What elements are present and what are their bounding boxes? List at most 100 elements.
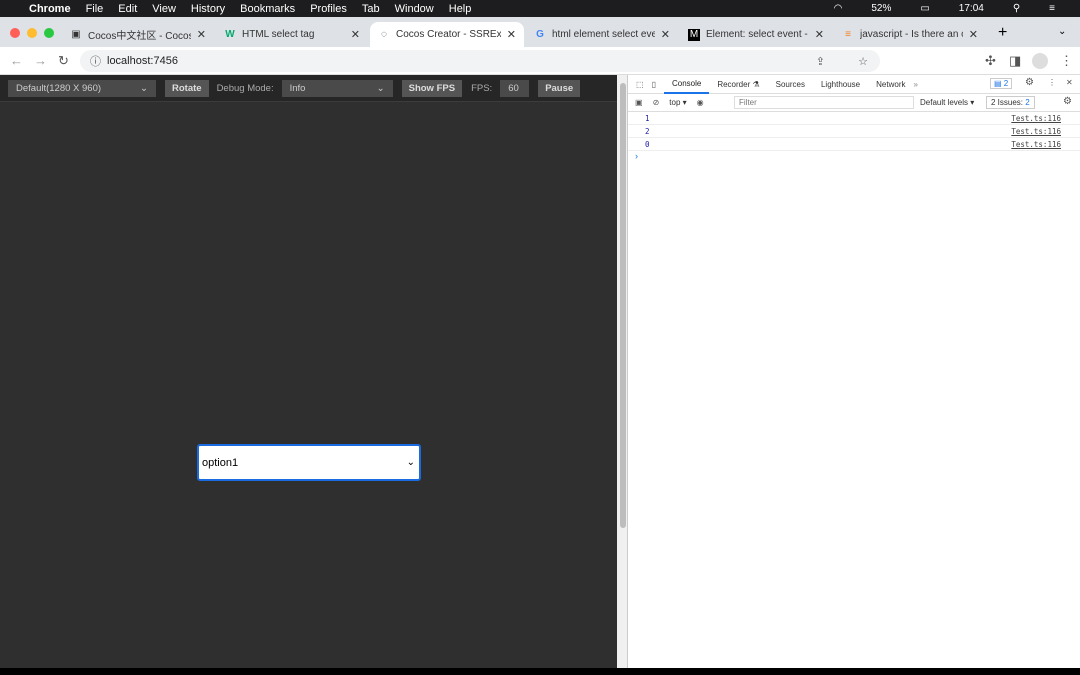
console-log-row: 0 Test.ts:116: [628, 138, 1080, 151]
source-link[interactable]: Test.ts:116: [1011, 127, 1061, 136]
new-tab-button[interactable]: +: [998, 24, 1007, 42]
tab-search-chevron-icon[interactable]: ⌄: [1058, 26, 1066, 37]
settings-icon[interactable]: ⚙: [1025, 77, 1034, 88]
chevron-down-icon: ⌄: [376, 82, 385, 94]
cocos-icon: ▣: [71, 29, 81, 40]
window-controls: [10, 28, 54, 38]
console-log-row: 2 Test.ts:116: [628, 125, 1080, 138]
chevron-down-icon: ⌄: [140, 82, 148, 94]
chevron-down-icon: ⌄: [406, 457, 415, 468]
clear-console-icon[interactable]: ⊘: [653, 98, 660, 107]
device-toolbar-icon[interactable]: ▯: [652, 80, 656, 89]
fps-label: FPS:: [471, 82, 493, 94]
info-icon[interactable]: ⓘ: [90, 53, 101, 69]
tab-console[interactable]: Console: [663, 75, 710, 94]
console-log-row: 1 Test.ts:116: [628, 112, 1080, 125]
menu-tab[interactable]: Tab: [362, 3, 380, 15]
control-center-icon[interactable]: ≡: [1049, 3, 1055, 14]
menu-history[interactable]: History: [191, 3, 225, 15]
console-prompt[interactable]: ›: [628, 151, 1080, 163]
profile-avatar[interactable]: [1032, 53, 1048, 69]
devtools-panel: ⬚ ▯ Console Recorder ⚗ Sources Lighthous…: [628, 75, 1080, 668]
tab-network[interactable]: Network: [868, 75, 913, 94]
search-icon[interactable]: ⚲: [1013, 3, 1020, 14]
address-input[interactable]: ⓘ localhost:7456 ⇪ ☆: [80, 50, 880, 72]
tab-strip: ▣Cocos中文社区 - Cocos中✕ WHTML select tag✕ ◌…: [0, 17, 1080, 47]
console-toolbar: ▣ ⊘ top ▾ ◉ Filter Default levels ▾ 2 Is…: [628, 94, 1080, 112]
menu-file[interactable]: File: [86, 3, 104, 15]
zoom-window-button[interactable]: [44, 28, 54, 38]
browser-tab[interactable]: M Element: select event - W ✕: [680, 22, 832, 47]
log-levels-select[interactable]: Default levels ▾: [920, 98, 974, 107]
option-select[interactable]: option1 ⌄: [197, 444, 421, 481]
browser-tab[interactable]: Ghtml element select even ✕: [526, 22, 678, 47]
fps-input[interactable]: 60: [500, 79, 530, 97]
mdn-icon: M: [688, 28, 700, 41]
window-bottom-edge: [0, 668, 1080, 675]
cocos-creator-icon: ◌: [381, 29, 387, 40]
bookmark-star-icon[interactable]: ☆: [858, 55, 868, 68]
side-panel-icon[interactable]: ◨: [1009, 53, 1021, 69]
sidebar-toggle-icon[interactable]: ▣: [635, 98, 643, 107]
devtools-tabbar: ⬚ ▯ Console Recorder ⚗ Sources Lighthous…: [628, 75, 1080, 94]
chrome-menu-icon[interactable]: ⋮: [1060, 53, 1073, 69]
browser-tab[interactable]: ≡ javascript - Is there an or ✕: [834, 22, 986, 47]
context-select[interactable]: top ▾: [669, 98, 686, 107]
minimize-window-button[interactable]: [27, 28, 37, 38]
browser-tab[interactable]: ▣Cocos中文社区 - Cocos中✕: [62, 22, 214, 47]
page-scrollbar[interactable]: [617, 75, 628, 668]
more-tabs-icon[interactable]: »: [913, 80, 917, 89]
eye-icon[interactable]: ◉: [697, 98, 704, 107]
browser-tab-active[interactable]: ◌ Cocos Creator - SSRExte ✕: [370, 22, 524, 47]
close-tab-icon[interactable]: ✕: [969, 28, 978, 41]
close-window-button[interactable]: [10, 28, 20, 38]
cocos-toolbar: Default(1280 X 960) ⌄ Rotate Debug Mode: …: [0, 75, 617, 102]
browser-tab[interactable]: W HTML select tag ✕: [216, 22, 368, 47]
menu-help[interactable]: Help: [449, 3, 472, 15]
tab-sources[interactable]: Sources: [768, 75, 813, 94]
menu-window[interactable]: Window: [395, 3, 434, 15]
google-icon: G: [536, 29, 544, 40]
reload-button[interactable]: ↻: [58, 53, 69, 69]
clock[interactable]: 17:04: [959, 3, 984, 14]
close-tab-icon[interactable]: ✕: [815, 28, 824, 41]
close-devtools-icon[interactable]: ✕: [1066, 78, 1073, 87]
menu-view[interactable]: View: [152, 3, 176, 15]
back-button[interactable]: ←: [10, 53, 23, 68]
menu-bookmarks[interactable]: Bookmarks: [240, 3, 295, 15]
tab-recorder[interactable]: Recorder ⚗: [709, 75, 767, 94]
pause-button[interactable]: Pause: [538, 79, 581, 97]
inspect-element-icon[interactable]: ⬚: [636, 80, 644, 89]
battery-icon[interactable]: ▭: [920, 3, 929, 14]
menu-app[interactable]: Chrome: [29, 3, 71, 15]
scrollbar-thumb[interactable]: [620, 83, 626, 528]
messages-badge[interactable]: ▤ 2: [990, 78, 1013, 89]
debug-mode-label: Debug Mode:: [216, 82, 274, 94]
share-icon[interactable]: ⇪: [816, 55, 825, 68]
resolution-select[interactable]: Default(1280 X 960) ⌄: [8, 79, 156, 97]
rotate-button[interactable]: Rotate: [165, 79, 209, 97]
forward-button[interactable]: →: [34, 53, 47, 68]
wifi-icon[interactable]: ◠: [834, 3, 843, 14]
tab-lighthouse[interactable]: Lighthouse: [813, 75, 868, 94]
address-bar-row: ← → ↻ ⓘ localhost:7456 ⇪ ☆ ✣ ◨ ⋮: [0, 47, 1080, 75]
close-tab-icon[interactable]: ✕: [661, 28, 670, 41]
menu-profiles[interactable]: Profiles: [310, 3, 347, 15]
source-link[interactable]: Test.ts:116: [1011, 140, 1061, 149]
debug-mode-select[interactable]: Info ⌄: [281, 79, 393, 97]
stackoverflow-icon: ≡: [845, 29, 851, 40]
close-tab-icon[interactable]: ✕: [507, 28, 516, 41]
console-settings-icon[interactable]: ⚙: [1063, 96, 1072, 107]
source-link[interactable]: Test.ts:116: [1011, 114, 1061, 123]
menu-edit[interactable]: Edit: [118, 3, 137, 15]
show-fps-button[interactable]: Show FPS: [401, 79, 463, 97]
filter-input[interactable]: Filter: [734, 96, 914, 109]
issues-button[interactable]: 2 Issues: 2: [986, 96, 1035, 109]
close-tab-icon[interactable]: ✕: [351, 28, 360, 41]
macos-menubar: Chrome File Edit View History Bookmarks …: [0, 0, 1080, 17]
close-tab-icon[interactable]: ✕: [197, 28, 206, 41]
battery-percent: 52%: [871, 3, 892, 14]
extensions-icon[interactable]: ✣: [985, 53, 996, 69]
more-options-icon[interactable]: ⋮: [1048, 78, 1056, 87]
w3-icon: W: [225, 29, 235, 40]
